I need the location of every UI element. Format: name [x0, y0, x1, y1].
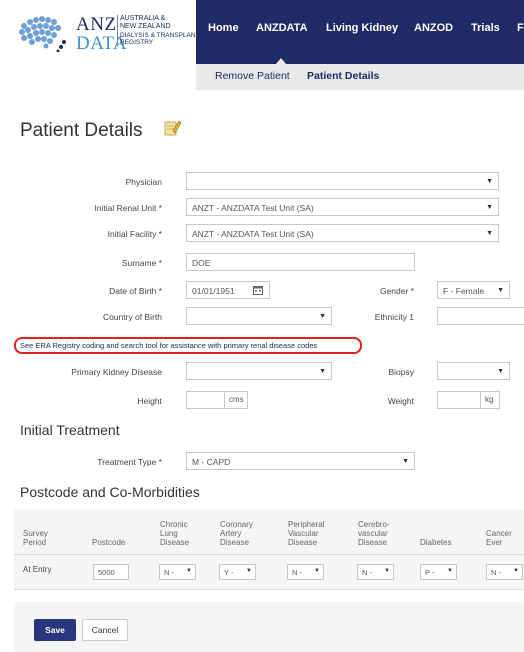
- biopsy-label: Biopsy: [388, 367, 414, 377]
- th-cancer-ever: Cancer Ever: [486, 529, 512, 547]
- subnav-patient-details[interactable]: Patient Details: [307, 70, 379, 82]
- chevron-down-icon: ▼: [246, 568, 252, 574]
- treatment-type-label: Treatment Type *: [97, 457, 162, 467]
- th-diabetes: Diabetes: [420, 538, 452, 547]
- th-coronary-artery-disease: Coronary Artery Disease: [220, 520, 253, 547]
- nav-trials[interactable]: Trials: [471, 22, 500, 34]
- gender-select[interactable]: F - Female ▼: [437, 281, 510, 299]
- chronic-lung-select[interactable]: N - ▼: [159, 564, 196, 580]
- chevron-down-icon: ▼: [497, 368, 504, 375]
- chevron-down-icon: ▼: [319, 368, 326, 375]
- save-button[interactable]: Save: [34, 619, 76, 641]
- ethnicity-select[interactable]: [437, 307, 524, 325]
- initial-facility-label: Initial Facility *: [107, 229, 162, 239]
- height-label: Height: [137, 396, 162, 406]
- australia-map-icon: [19, 16, 66, 52]
- th-chronic-lung-disease: Chronic Lung Disease: [160, 520, 189, 547]
- weight-unit: kg: [480, 392, 498, 408]
- initial-treatment-title: Initial Treatment: [20, 422, 120, 438]
- table-bottom-divider: [14, 589, 524, 590]
- physician-select[interactable]: ▼: [186, 172, 499, 190]
- nav-home[interactable]: Home: [208, 22, 239, 34]
- treatment-type-select[interactable]: M - CAPD ▼: [186, 452, 415, 470]
- date-of-birth-label: Date of Birth *: [109, 286, 162, 296]
- surname-label: Surname *: [121, 258, 162, 268]
- nav-living-kidney[interactable]: Living Kidney: [326, 22, 398, 34]
- initial-renal-unit-label: Initial Renal Unit *: [94, 203, 162, 213]
- country-of-birth-label: Country of Birth: [102, 312, 162, 322]
- chevron-down-icon: ▼: [402, 458, 409, 465]
- chevron-down-icon: ▼: [497, 287, 504, 294]
- diabetes-select[interactable]: P - ▼: [420, 564, 457, 580]
- chevron-down-icon: ▼: [486, 204, 493, 211]
- logo-divider: [117, 15, 118, 47]
- logo-line-3: DIALYSIS & TRANSPLANT: [120, 32, 200, 39]
- chevron-down-icon: ▼: [314, 568, 320, 574]
- primary-kidney-disease-select[interactable]: ▼: [186, 362, 332, 380]
- nav-more[interactable]: F: [517, 22, 524, 34]
- chevron-down-icon: ▼: [186, 568, 192, 574]
- chevron-down-icon: ▼: [513, 568, 519, 574]
- ethnicity-label: Ethnicity 1: [374, 312, 414, 322]
- height-input[interactable]: cms: [186, 391, 248, 409]
- height-unit: cms: [224, 392, 247, 408]
- initial-renal-unit-select[interactable]: ANZT - ANZDATA Test Unit (SA) ▼: [186, 198, 499, 216]
- cell-survey-period: At Entry: [23, 565, 52, 574]
- th-postcode: Postcode: [92, 538, 126, 547]
- page-title: Patient Details: [20, 120, 143, 141]
- weight-input[interactable]: kg: [437, 391, 500, 409]
- logo-line-2: NEW ZEALAND: [120, 23, 171, 30]
- comorbidities-title: Postcode and Co-Morbidities: [20, 484, 200, 500]
- gender-label: Gender *: [379, 286, 414, 296]
- era-registry-link[interactable]: See ERA Registry coding and search tool …: [20, 341, 317, 350]
- peripheral-vascular-select[interactable]: N - ▼: [287, 564, 324, 580]
- postcode-input[interactable]: 5000: [93, 564, 129, 580]
- cancer-ever-select[interactable]: N - ▼: [486, 564, 523, 580]
- logo-line-4: REGISTRY: [120, 39, 154, 46]
- th-peripheral-vascular-disease: Peripheral Vascular Disease: [288, 520, 325, 547]
- chevron-down-icon: ▼: [486, 230, 493, 237]
- physician-label: Physician: [125, 177, 162, 187]
- nav-anzdata[interactable]: ANZDATA: [256, 22, 308, 34]
- initial-facility-select[interactable]: ANZT - ANZDATA Test Unit (SA) ▼: [186, 224, 499, 242]
- weight-label: Weight: [387, 396, 414, 406]
- primary-kidney-disease-label: Primary Kidney Disease: [71, 367, 162, 377]
- calendar-icon[interactable]: [253, 285, 263, 295]
- edit-notepad-icon[interactable]: [162, 118, 182, 138]
- surname-input[interactable]: DOE: [186, 253, 415, 271]
- table-row: At Entry 5000 N - ▼ Y - ▼ N - ▼ N - ▼ P - ▼ N…: [14, 555, 524, 589]
- nav-anzod[interactable]: ANZOD: [414, 22, 453, 34]
- th-cerebrovascular-disease: Cerebro-vascular Disease: [358, 520, 390, 547]
- logo-line-1: AUSTRALIA &: [120, 15, 166, 22]
- chevron-down-icon: ▼: [384, 568, 390, 574]
- chevron-down-icon: ▼: [447, 568, 453, 574]
- country-of-birth-select[interactable]: ▼: [186, 307, 332, 325]
- date-of-birth-input[interactable]: 01/01/1951: [186, 281, 270, 299]
- cerebrovascular-select[interactable]: N - ▼: [357, 564, 394, 580]
- coronary-artery-select[interactable]: Y - ▼: [219, 564, 256, 580]
- subnav-remove-patient[interactable]: Remove Patient: [215, 70, 290, 82]
- th-survey-period: Survey Period: [23, 529, 48, 547]
- chevron-down-icon: ▼: [486, 178, 493, 185]
- chevron-down-icon: ▼: [319, 313, 326, 320]
- biopsy-select[interactable]: ▼: [437, 362, 510, 380]
- cancel-button[interactable]: Cancel: [82, 619, 128, 641]
